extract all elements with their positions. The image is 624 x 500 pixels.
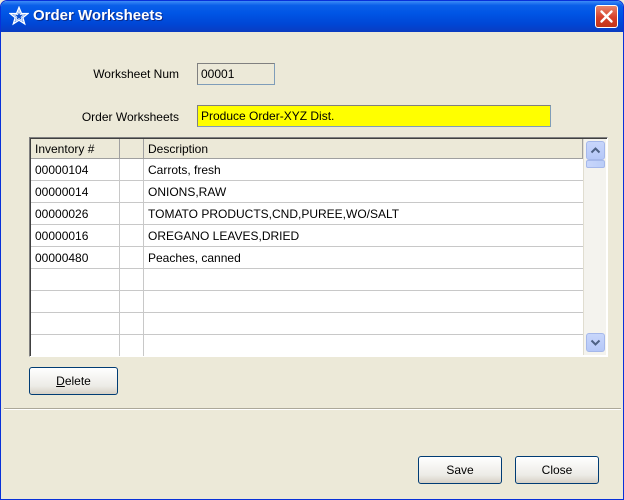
order-worksheets-window: Order Worksheets Worksheet Num 00001 Ord… bbox=[0, 0, 624, 500]
close-button[interactable]: Close bbox=[515, 456, 599, 484]
description-cell[interactable]: Carrots, fresh bbox=[144, 159, 583, 181]
footer-divider bbox=[4, 408, 621, 410]
order-worksheets-field[interactable]: Produce Order-XYZ Dist. bbox=[197, 105, 551, 127]
description-cell[interactable]: OREGANO LEAVES,DRIED bbox=[144, 225, 583, 247]
description-cell[interactable] bbox=[144, 269, 583, 291]
scroll-up-button[interactable] bbox=[586, 141, 605, 160]
flag-cell[interactable] bbox=[120, 225, 144, 247]
close-icon bbox=[600, 10, 613, 23]
flag-cell[interactable] bbox=[120, 291, 144, 313]
scroll-thumb[interactable] bbox=[586, 160, 605, 168]
inventory-cell[interactable]: 00000026 bbox=[31, 203, 120, 225]
grid-header: Inventory # Description bbox=[31, 139, 583, 159]
chevron-down-icon bbox=[590, 339, 601, 346]
table-row[interactable] bbox=[31, 291, 583, 313]
inventory-cell[interactable] bbox=[31, 291, 120, 313]
scroll-down-button[interactable] bbox=[586, 333, 605, 352]
worksheet-num-field: 00001 bbox=[197, 63, 275, 85]
inventory-cell[interactable] bbox=[31, 269, 120, 291]
window-title: Order Worksheets bbox=[33, 7, 163, 24]
table-row[interactable]: 00000104 Carrots, fresh bbox=[31, 159, 583, 181]
description-cell[interactable]: Peaches, canned bbox=[144, 247, 583, 269]
flag-cell[interactable] bbox=[120, 181, 144, 203]
delete-button[interactable]: Delete bbox=[29, 367, 118, 395]
table-row[interactable]: 00000016 OREGANO LEAVES,DRIED bbox=[31, 225, 583, 247]
table-row[interactable] bbox=[31, 269, 583, 291]
close-window-button[interactable] bbox=[595, 5, 618, 28]
chevron-up-icon bbox=[590, 147, 601, 154]
inventory-cell[interactable]: 00000016 bbox=[31, 225, 120, 247]
table-row[interactable]: 00000480 Peaches, canned bbox=[31, 247, 583, 269]
order-worksheets-label: Order Worksheets bbox=[81, 110, 179, 124]
inventory-cell[interactable] bbox=[31, 335, 120, 356]
inventory-cell[interactable] bbox=[31, 313, 120, 335]
grid-vertical-scrollbar[interactable] bbox=[583, 139, 606, 355]
inventory-cell[interactable]: 00000104 bbox=[31, 159, 120, 181]
flag-cell[interactable] bbox=[120, 335, 144, 356]
inventory-grid[interactable]: Inventory # Description 00000104 Carrots… bbox=[29, 137, 608, 357]
delete-button-label: Delete bbox=[56, 374, 91, 388]
table-row[interactable] bbox=[31, 313, 583, 335]
description-cell[interactable] bbox=[144, 291, 583, 313]
title-bar[interactable]: Order Worksheets bbox=[1, 1, 623, 32]
table-row[interactable] bbox=[31, 335, 583, 356]
column-header-description[interactable]: Description bbox=[144, 139, 583, 159]
worksheet-num-label: Worksheet Num bbox=[93, 67, 179, 81]
flag-cell[interactable] bbox=[120, 313, 144, 335]
save-button[interactable]: Save bbox=[418, 456, 502, 484]
description-cell[interactable]: ONIONS,RAW bbox=[144, 181, 583, 203]
description-cell[interactable] bbox=[144, 313, 583, 335]
column-header-flag[interactable] bbox=[120, 139, 144, 159]
flag-cell[interactable] bbox=[120, 247, 144, 269]
flag-cell[interactable] bbox=[120, 269, 144, 291]
inventory-cell[interactable]: 00000480 bbox=[31, 247, 120, 269]
description-cell[interactable] bbox=[144, 335, 583, 356]
flag-cell[interactable] bbox=[120, 159, 144, 181]
grid-body: 00000104 Carrots, fresh 00000014 ONIONS,… bbox=[31, 159, 583, 356]
table-row[interactable]: 00000026 TOMATO PRODUCTS,CND,PUREE,WO/SA… bbox=[31, 203, 583, 225]
inventory-cell[interactable]: 00000014 bbox=[31, 181, 120, 203]
table-row[interactable]: 00000014 ONIONS,RAW bbox=[31, 181, 583, 203]
star-outline-icon bbox=[9, 6, 29, 26]
flag-cell[interactable] bbox=[120, 203, 144, 225]
column-header-inventory[interactable]: Inventory # bbox=[31, 139, 120, 159]
description-cell[interactable]: TOMATO PRODUCTS,CND,PUREE,WO/SALT bbox=[144, 203, 583, 225]
